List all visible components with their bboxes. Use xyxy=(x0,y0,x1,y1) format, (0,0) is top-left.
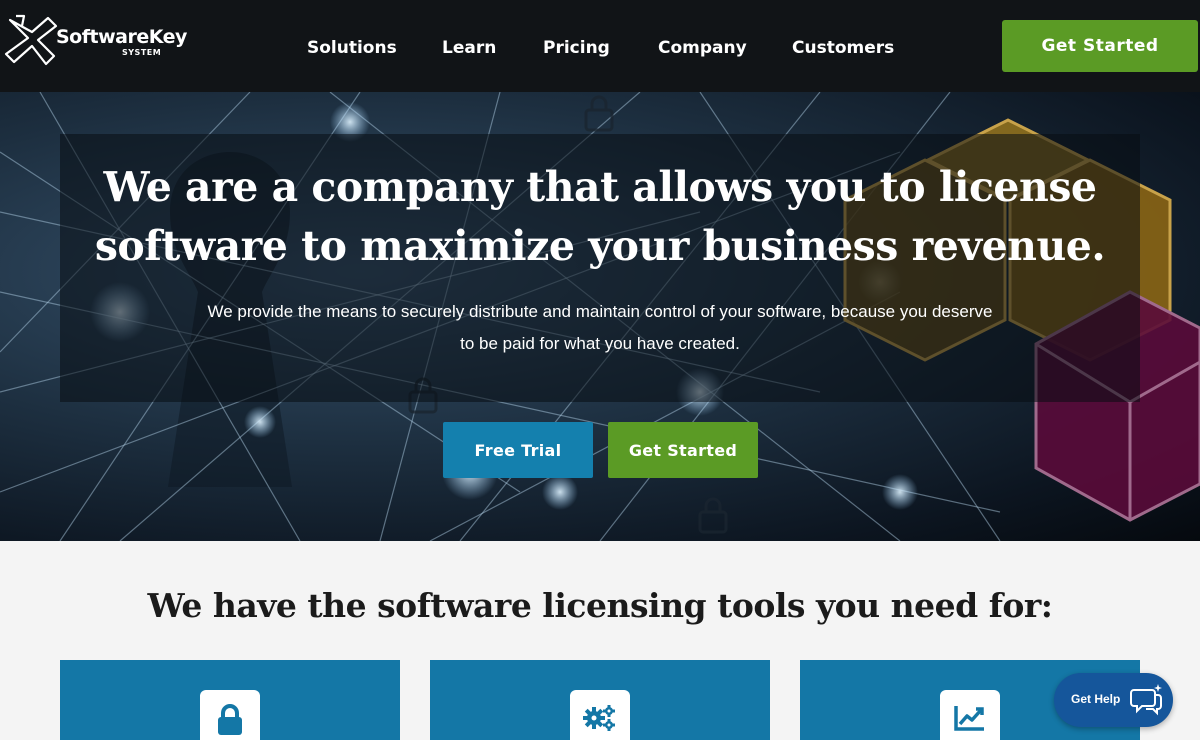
tool-card-automation[interactable] xyxy=(430,660,770,740)
logo-text: SoftwareKey xyxy=(56,26,187,48)
nav-learn[interactable]: Learn xyxy=(442,38,496,58)
nav-solutions[interactable]: Solutions xyxy=(307,38,397,58)
card-icon-box xyxy=(940,690,1000,740)
card-icon-box xyxy=(200,690,260,740)
gears-icon xyxy=(583,705,615,731)
hero-subtitle: We provide the means to securely distrib… xyxy=(207,302,993,353)
hero-get-started-button[interactable]: Get Started xyxy=(608,422,758,478)
chat-bubbles-icon xyxy=(1130,684,1162,716)
chart-line-icon xyxy=(954,706,984,731)
free-trial-button[interactable]: Free Trial xyxy=(443,422,593,478)
card-icon-box xyxy=(570,690,630,740)
get-help-label: Get Help xyxy=(1071,692,1121,706)
logo-mark-icon xyxy=(4,14,58,66)
lock-icon xyxy=(218,704,242,735)
hero-title: We are a company that allows you to lice… xyxy=(94,163,1106,270)
site-header: SoftwareKey SYSTEM Solutions Learn Prici… xyxy=(0,0,1200,92)
logo-subtext: SYSTEM xyxy=(122,48,162,57)
nav-company[interactable]: Company xyxy=(658,38,747,58)
nav-customers[interactable]: Customers xyxy=(792,38,894,58)
tool-card-security[interactable] xyxy=(60,660,400,740)
hero-section: We are a company that allows you to lice… xyxy=(0,92,1200,541)
nav-pricing[interactable]: Pricing xyxy=(543,38,610,58)
logo[interactable]: SoftwareKey SYSTEM xyxy=(0,10,190,68)
get-help-button[interactable]: Get Help xyxy=(1054,673,1173,727)
tools-section-title: We have the software licensing tools you… xyxy=(147,586,1053,625)
header-get-started-button[interactable]: Get Started xyxy=(1002,20,1198,72)
